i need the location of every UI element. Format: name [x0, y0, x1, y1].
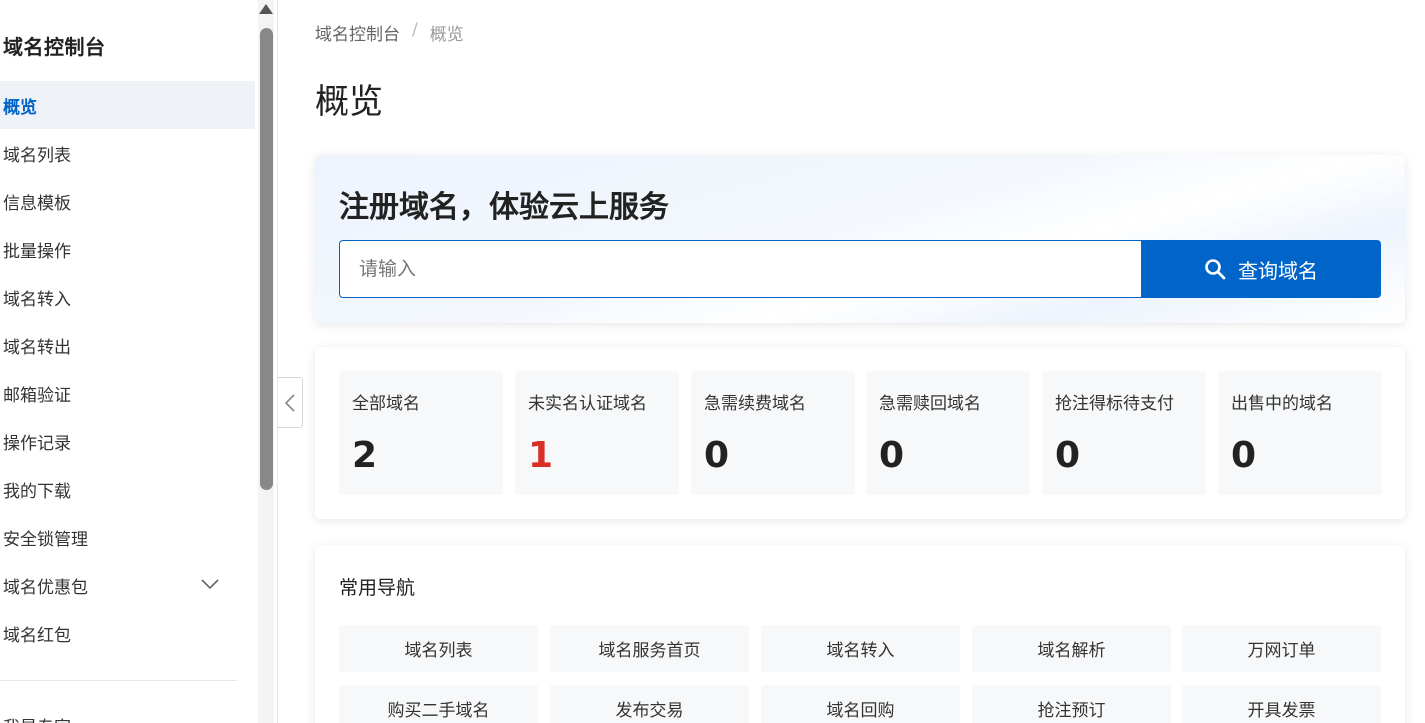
nav-link-buy-used[interactable]: 购买二手域名	[339, 685, 538, 723]
breadcrumb-home-link[interactable]: 域名控制台	[315, 20, 400, 45]
stat-value: 0	[879, 435, 905, 476]
stat-label: 出售中的域名	[1231, 394, 1333, 414]
sidebar-item-overview[interactable]: 概览	[0, 81, 255, 129]
sidebar-item-info-template[interactable]: 信息模板	[0, 177, 255, 225]
sidebar-divider	[0, 680, 237, 681]
nav-link-buyback[interactable]: 域名回购	[761, 685, 960, 723]
chevron-left-icon	[284, 394, 295, 412]
quick-nav-card: 常用导航 域名列表 域名服务首页 域名转入 域名解析 万网订单 购买二手域名 发…	[315, 545, 1405, 723]
breadcrumb: 域名控制台 / 概览	[315, 20, 464, 45]
sidebar-item-red-packet[interactable]: 域名红包	[0, 609, 255, 657]
sidebar-item-transfer-in[interactable]: 域名转入	[0, 273, 255, 321]
stat-label: 未实名认证域名	[528, 394, 647, 414]
sidebar-item-domain-list[interactable]: 域名列表	[0, 129, 255, 177]
stat-label: 全部域名	[352, 394, 420, 414]
quick-nav-title: 常用导航	[339, 577, 416, 599]
sidebar-item-security-lock[interactable]: 安全锁管理	[0, 513, 255, 561]
nav-link-domain-list[interactable]: 域名列表	[339, 625, 538, 672]
stat-value: 0	[1231, 435, 1257, 476]
stat-backorder-pending[interactable]: 抢注得标待支付 0	[1042, 371, 1206, 495]
search-icon	[1205, 259, 1226, 280]
stat-label: 抢注得标待支付	[1055, 394, 1174, 414]
scrollbar-thumb[interactable]	[260, 28, 273, 490]
sidebar-title: 域名控制台	[3, 35, 106, 59]
stat-redemption-due[interactable]: 急需赎回域名 0	[866, 371, 1030, 495]
stat-value: 0	[1055, 435, 1081, 476]
domain-search-banner: 注册域名，体验云上服务 查询域名	[315, 155, 1405, 323]
sidebar-item-downloads[interactable]: 我的下载	[0, 465, 255, 513]
sidebar-collapse-button[interactable]	[278, 377, 303, 428]
search-button-label: 查询域名	[1238, 258, 1318, 283]
nav-link-domain-home[interactable]: 域名服务首页	[550, 625, 749, 672]
nav-link-orders[interactable]: 万网订单	[1182, 625, 1381, 672]
stat-label: 急需赎回域名	[879, 394, 981, 414]
nav-link-publish-trade[interactable]: 发布交易	[550, 685, 749, 723]
stat-value: 1	[528, 435, 554, 476]
stat-renewal-due[interactable]: 急需续费域名 0	[691, 371, 855, 495]
stat-value: 0	[704, 435, 730, 476]
stat-label: 急需续费域名	[704, 394, 806, 414]
sidebar-item-expert[interactable]: 我是专家	[3, 713, 71, 723]
scroll-up-arrow-icon[interactable]	[259, 4, 273, 14]
sidebar-item-email-verify[interactable]: 邮箱验证	[0, 369, 255, 417]
sidebar-item-batch-ops[interactable]: 批量操作	[0, 225, 255, 273]
stat-all-domains[interactable]: 全部域名 2	[339, 371, 503, 495]
search-domain-button[interactable]: 查询域名	[1141, 240, 1381, 298]
breadcrumb-current: 概览	[429, 25, 464, 45]
domain-search-input[interactable]	[339, 240, 1142, 298]
sidebar-item-label: 域名优惠包	[3, 577, 88, 598]
page-title: 概览	[315, 82, 383, 122]
sidebar-item-op-log[interactable]: 操作记录	[0, 417, 255, 465]
nav-link-dns[interactable]: 域名解析	[972, 625, 1171, 672]
sidebar-menu: 概览 域名列表 信息模板 批量操作 域名转入 域名转出 邮箱验证 操作记录 我的…	[0, 81, 255, 657]
nav-link-transfer-in[interactable]: 域名转入	[761, 625, 960, 672]
nav-link-backorder[interactable]: 抢注预订	[972, 685, 1171, 723]
sidebar-item-transfer-out[interactable]: 域名转出	[0, 321, 255, 369]
stat-on-sale[interactable]: 出售中的域名 0	[1218, 371, 1382, 495]
sidebar-item-discount-pack[interactable]: 域名优惠包	[0, 561, 255, 609]
domain-stats-card: 全部域名 2 未实名认证域名 1 急需续费域名 0 急需赎回域名 0 抢注得标待…	[315, 347, 1405, 519]
banner-title: 注册域名，体验云上服务	[339, 190, 669, 225]
chevron-down-icon	[201, 579, 219, 590]
breadcrumb-separator: /	[412, 20, 418, 40]
sidebar: 域名控制台 概览 域名列表 信息模板 批量操作 域名转入 域名转出 邮箱验证 操…	[0, 0, 278, 723]
stat-value: 2	[352, 435, 378, 476]
nav-link-invoice[interactable]: 开具发票	[1182, 685, 1381, 723]
stat-unverified-domains[interactable]: 未实名认证域名 1	[515, 371, 679, 495]
